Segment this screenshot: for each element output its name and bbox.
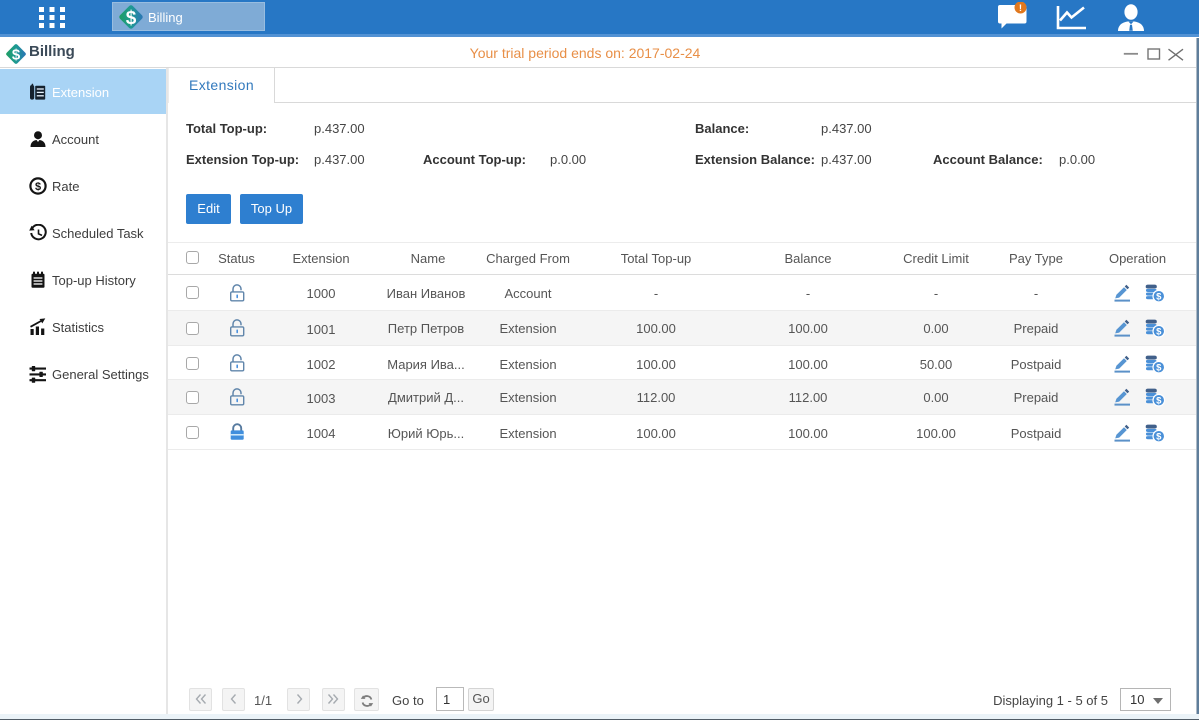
svg-text:$: $ xyxy=(35,181,41,193)
svg-text:$: $ xyxy=(12,47,21,64)
svg-text:!: ! xyxy=(1019,3,1022,14)
svg-text:$: $ xyxy=(126,8,137,29)
